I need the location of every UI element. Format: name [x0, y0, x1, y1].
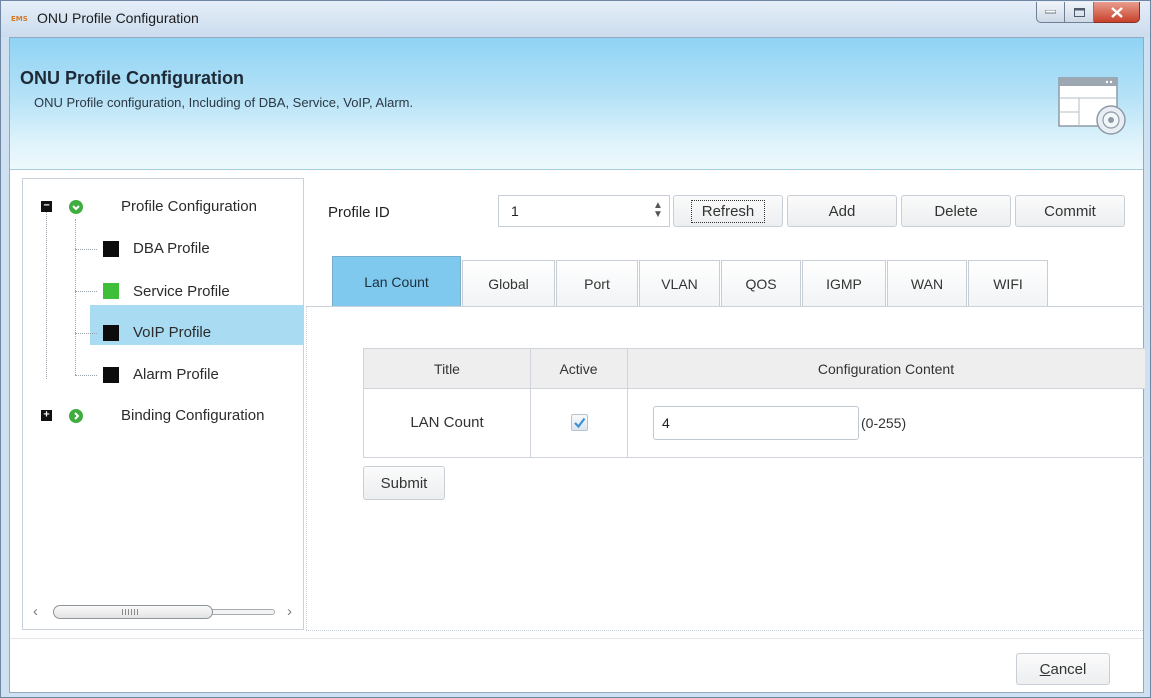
column-header-active: Active [559, 361, 598, 377]
tree-item-voip-profile[interactable]: VoIP Profile [133, 324, 211, 341]
lan-count-range: (0-255) [861, 415, 907, 431]
collapse-icon[interactable]: − [41, 201, 52, 212]
commit-button[interactable]: Commit [1015, 195, 1125, 227]
profile-square-icon [103, 241, 119, 257]
tree-connector [75, 219, 76, 375]
cancel-button-label: Cancel [1040, 661, 1087, 678]
window-title: ONU Profile Configuration [37, 10, 199, 26]
profile-id-label: Profile ID [328, 204, 390, 221]
cancel-label-rest: ancel [1050, 660, 1087, 678]
check-icon [574, 417, 586, 429]
footer-separator [10, 638, 1143, 639]
minimize-button[interactable] [1036, 2, 1065, 23]
tree-horizontal-scrollbar[interactable]: ‹ › [31, 603, 297, 621]
profile-tree: − Profile Configuration DBA Profile Serv… [22, 178, 304, 630]
close-icon [1110, 6, 1123, 18]
tab-qos[interactable]: QOS [721, 260, 801, 306]
title-bar: EMS ONU Profile Configuration [1, 1, 1150, 37]
maximize-icon [1073, 7, 1085, 17]
profile-square-icon [103, 367, 119, 383]
tab-underline [306, 306, 1145, 307]
minimize-icon [1045, 10, 1056, 14]
client-area: ONU Profile Configuration ONU Profile co… [9, 37, 1145, 693]
tab-global[interactable]: Global [462, 260, 555, 306]
cancel-mnemonic: C [1039, 660, 1051, 678]
tree-node-binding-configuration[interactable]: Binding Configuration [121, 407, 264, 424]
add-button[interactable]: Add [787, 195, 897, 227]
tree-item-dba-profile[interactable]: DBA Profile [133, 240, 210, 257]
window-controls [1036, 2, 1140, 23]
page-title: ONU Profile Configuration [20, 68, 244, 88]
grip-icon [122, 609, 140, 615]
tree-item-service-profile[interactable]: Service Profile [133, 283, 230, 300]
tab-lan-count[interactable]: Lan Count [332, 256, 461, 306]
content-divider [306, 306, 307, 630]
scroll-right-icon[interactable]: › [287, 603, 292, 621]
config-table: Title Active Configuration Content LAN C… [363, 348, 1145, 458]
tree-connector [75, 291, 97, 292]
row-title-lan-count: LAN Count [410, 414, 484, 431]
tree-connector [75, 249, 97, 250]
refresh-button-label: Refresh [690, 199, 766, 223]
scroll-left-icon[interactable]: ‹ [33, 603, 38, 621]
window-gear-icon [1058, 77, 1126, 135]
refresh-button[interactable]: Refresh [673, 195, 783, 227]
column-header-content: Configuration Content [817, 361, 955, 377]
maximize-button[interactable] [1065, 2, 1094, 23]
tree-item-alarm-profile[interactable]: Alarm Profile [133, 366, 219, 383]
profile-id-spinner[interactable]: 1 ▲ ▼ [498, 195, 670, 227]
submit-button[interactable]: Submit [363, 466, 445, 500]
tree-connector [75, 375, 97, 376]
profile-square-icon [103, 283, 119, 299]
profile-id-value[interactable]: 1 [511, 203, 519, 219]
tab-wifi[interactable]: WIFI [968, 260, 1048, 306]
chevron-right-circle-icon [69, 409, 83, 423]
tree-node-profile-configuration[interactable]: Profile Configuration [121, 198, 257, 215]
spinner-arrows-icon[interactable]: ▲ ▼ [653, 201, 663, 220]
profile-square-icon [103, 325, 119, 341]
app-window: EMS ONU Profile Configuration ONU Profil… [0, 0, 1151, 698]
expand-icon[interactable]: + [41, 410, 52, 421]
page-description: ONU Profile configuration, Including of … [34, 95, 414, 110]
tab-port[interactable]: Port [556, 260, 638, 306]
cancel-button[interactable]: Cancel [1016, 653, 1110, 685]
tab-vlan[interactable]: VLAN [639, 260, 720, 306]
tab-wan[interactable]: WAN [887, 260, 967, 306]
column-divider [627, 349, 628, 457]
table-header: Title Active Configuration Content [364, 349, 1145, 389]
chevron-down-circle-icon [69, 200, 83, 214]
lan-count-input[interactable]: 4 [653, 406, 859, 440]
tree-connector [46, 209, 47, 379]
column-header-title: Title [434, 361, 460, 377]
active-checkbox[interactable] [571, 414, 588, 431]
tab-igmp[interactable]: IGMP [802, 260, 886, 306]
delete-button[interactable]: Delete [901, 195, 1011, 227]
column-divider [530, 349, 531, 457]
footer-divider [306, 630, 1143, 631]
app-logo-icon: EMS [11, 15, 28, 23]
scroll-thumb[interactable] [53, 605, 213, 619]
header-banner: ONU Profile Configuration ONU Profile co… [10, 38, 1143, 170]
close-button[interactable] [1094, 2, 1140, 23]
tree-connector [75, 333, 97, 334]
